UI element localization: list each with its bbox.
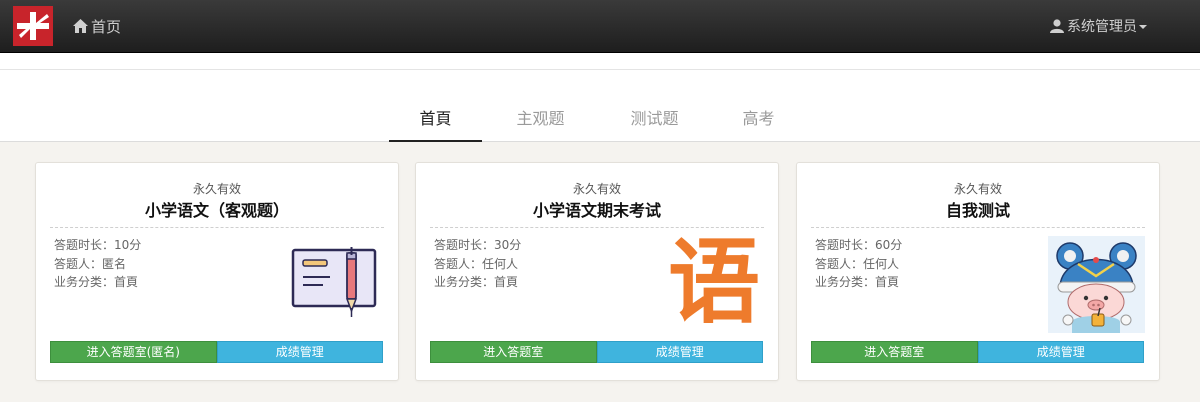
divider xyxy=(0,69,1200,70)
pig-avatar-icon xyxy=(1048,236,1145,337)
exam-info: 答题时长：30分 答题人：任何人 业务分类：首頁 xyxy=(434,236,521,292)
enter-exam-button[interactable]: 进入答题室 xyxy=(430,341,597,363)
chinese-character-image: 语 xyxy=(668,229,761,336)
tab-test[interactable]: 测试题 xyxy=(608,100,701,142)
duration-text: 答题时长：10分 xyxy=(54,238,142,252)
score-management-button[interactable]: 成绩管理 xyxy=(596,341,763,363)
participant-text: 答题人：任何人 xyxy=(434,256,519,271)
duration-text: 答题时长：60分 xyxy=(815,238,903,252)
home-icon xyxy=(73,19,88,33)
score-management-button[interactable]: 成绩管理 xyxy=(216,341,383,363)
card-actions: 进入答题室(匿名) 成绩管理 xyxy=(50,341,383,363)
tab-home[interactable]: 首頁 xyxy=(389,100,482,142)
exam-title: 小学语文（客观题） xyxy=(144,201,289,220)
exam-title: 小学语文期末考试 xyxy=(532,201,661,220)
validity-label: 永久有效 xyxy=(572,182,621,196)
enter-exam-button[interactable]: 进入答题室(匿名) xyxy=(50,341,217,363)
divider xyxy=(811,227,1145,228)
exam-list: 永久有效 小学语文（客观题） 答题时长：10分 答题人：匿名 业务分类：首頁 进… xyxy=(0,142,1200,402)
exam-card: 永久有效 小学语文期末考试 答题时长：30分 答题人：任何人 业务分类：首頁 语… xyxy=(415,162,779,381)
home-label: 首页 xyxy=(91,17,122,36)
exam-info: 答题时长：60分 答题人：任何人 业务分类：首頁 xyxy=(815,236,902,292)
validity-label: 永久有效 xyxy=(192,182,241,196)
duration-text: 答题时长：30分 xyxy=(434,238,522,252)
category-text: 业务分类：首頁 xyxy=(815,275,900,289)
category-text: 业务分类：首頁 xyxy=(54,275,139,289)
top-navbar: 首页 系统管理员 xyxy=(0,0,1200,53)
validity-label: 永久有效 xyxy=(953,182,1002,196)
chevron-down-icon xyxy=(1139,25,1147,29)
tab-subjective[interactable]: 主观题 xyxy=(494,100,587,142)
divider xyxy=(430,227,764,228)
score-management-button[interactable]: 成绩管理 xyxy=(977,341,1144,363)
tab-bar: 首頁 主观题 测试题 高考 xyxy=(0,100,1200,142)
notebook-pen-icon xyxy=(290,247,378,325)
user-icon xyxy=(1050,19,1064,33)
user-menu[interactable]: 系统管理员 xyxy=(1050,16,1147,36)
enter-exam-button[interactable]: 进入答题室 xyxy=(811,341,978,363)
home-link[interactable]: 首页 xyxy=(73,16,121,36)
divider xyxy=(50,227,384,228)
exam-card: 永久有效 自我测试 答题时长：60分 答题人：任何人 业务分类：首頁 进入答题室… xyxy=(796,162,1160,381)
exam-info: 答题时长：10分 答题人：匿名 业务分类：首頁 xyxy=(54,236,141,292)
exam-title: 自我测试 xyxy=(945,201,1010,220)
tab-gaokao[interactable]: 高考 xyxy=(712,100,805,142)
card-actions: 进入答题室 成绩管理 xyxy=(430,341,763,363)
participant-text: 答题人：任何人 xyxy=(815,256,900,271)
user-label: 系统管理员 xyxy=(1067,19,1137,35)
participant-text: 答题人：匿名 xyxy=(54,256,127,271)
exam-card: 永久有效 小学语文（客观题） 答题时长：10分 答题人：匿名 业务分类：首頁 进… xyxy=(35,162,399,381)
category-text: 业务分类：首頁 xyxy=(434,275,519,289)
logo-icon[interactable] xyxy=(13,6,53,46)
card-actions: 进入答题室 成绩管理 xyxy=(811,341,1144,363)
